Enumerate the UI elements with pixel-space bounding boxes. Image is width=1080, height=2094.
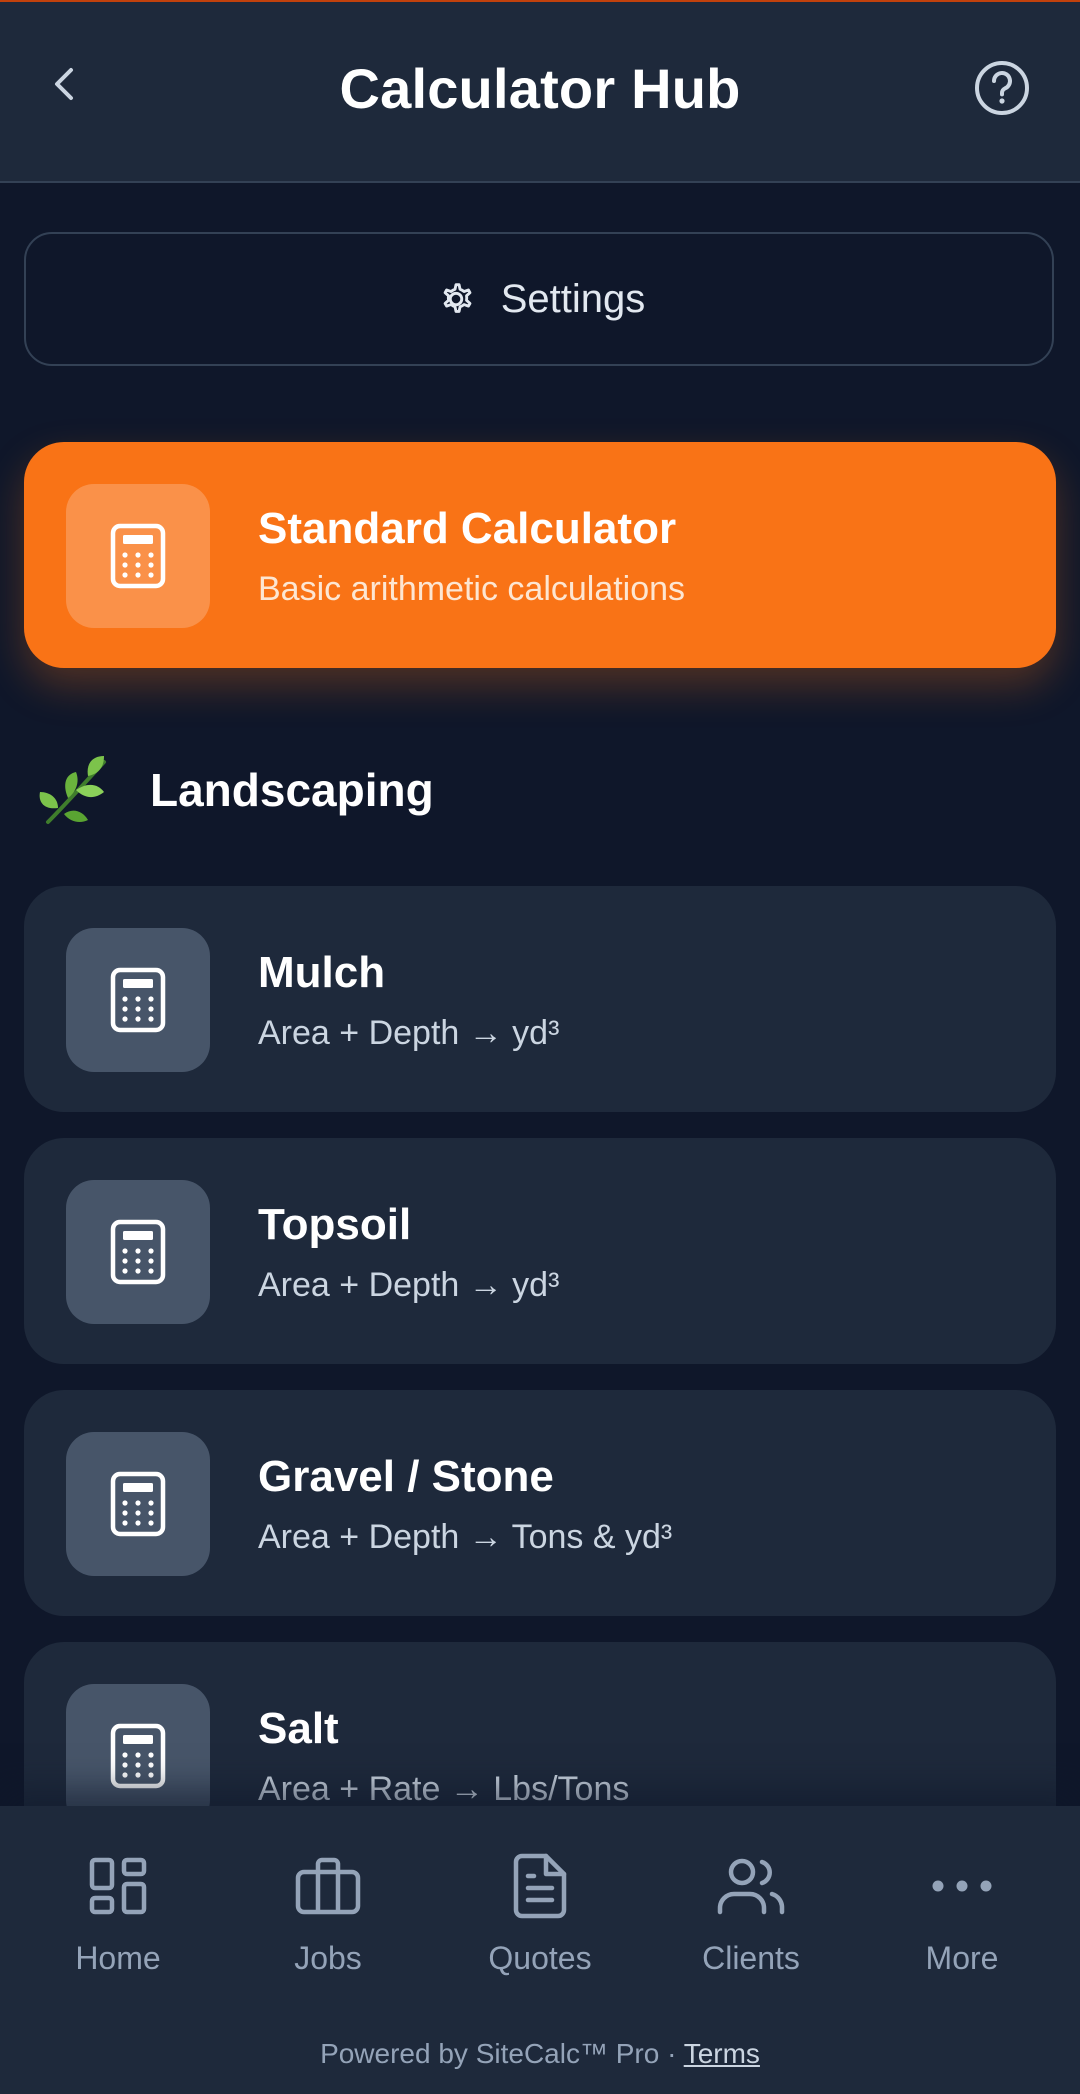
more-dots-icon [932, 1880, 992, 1892]
calculator-subtitle: Area + Depth → Tons & yd³ [258, 1518, 673, 1556]
terms-link[interactable]: Terms [684, 2038, 760, 2069]
calculator-card-mulch[interactable]: Mulch Area + Depth → yd³ [24, 886, 1056, 1112]
nav-item-home[interactable]: Home [13, 1850, 223, 1990]
calculator-title: Mulch [258, 948, 386, 997]
help-circle-icon [975, 61, 1029, 115]
app-header: Calculator Hub [0, 2, 1080, 183]
calculator-icon-tile [66, 928, 210, 1072]
users-icon [717, 1858, 785, 1915]
calculator-subtitle: Area + Depth → yd³ [258, 1014, 560, 1052]
gear-icon [443, 283, 472, 313]
nav-item-clients[interactable]: Clients [646, 1850, 856, 1990]
document-icon [513, 1853, 567, 1919]
calculator-title: Salt [258, 1704, 339, 1753]
calculator-icon [110, 1471, 166, 1537]
nav-label: More [925, 1940, 999, 1976]
footer-text: Powered by SiteCalc™ Pro · [320, 2038, 684, 2069]
calculator-subtitle: Area + Depth → yd³ [258, 1266, 560, 1304]
calculator-icon [110, 967, 166, 1033]
footer: Powered by SiteCalc™ Pro · Terms [0, 2038, 1080, 2070]
calculator-icon-tile [66, 484, 210, 628]
nav-item-more[interactable]: More [857, 1850, 1067, 1990]
calculator-icon-tile [66, 1432, 210, 1576]
section-title: Landscaping [150, 764, 434, 816]
nav-label: Quotes [488, 1940, 592, 1976]
nav-item-quotes[interactable]: Quotes [435, 1850, 645, 1990]
nav-label: Home [75, 1940, 161, 1976]
nav-label: Jobs [294, 1940, 362, 1976]
nav-label: Clients [702, 1940, 800, 1976]
calculator-subtitle: Area + Rate → Lbs/Tons [258, 1770, 630, 1808]
nav-item-jobs[interactable]: Jobs [223, 1850, 433, 1990]
calculator-title: Gravel / Stone [258, 1452, 554, 1501]
home-grid-icon [89, 1857, 147, 1915]
calculator-icon [110, 1723, 166, 1789]
briefcase-icon [295, 1857, 361, 1915]
calculator-icon-tile [66, 1180, 210, 1324]
page-title: Calculator Hub [339, 57, 741, 120]
section-header-landscaping: Landscaping [34, 748, 1034, 832]
help-button[interactable] [972, 58, 1032, 118]
calculator-icon [110, 1219, 166, 1285]
leaf-icon [39, 756, 106, 824]
standard-calculator-title: Standard Calculator [258, 504, 677, 553]
calculator-card-topsoil[interactable]: Topsoil Area + Depth → yd³ [24, 1138, 1056, 1364]
calculator-title: Topsoil [258, 1200, 412, 1249]
calculator-card-gravel-stone[interactable]: Gravel / Stone Area + Depth → Tons & yd³ [24, 1390, 1056, 1616]
standard-calculator-card[interactable]: Standard Calculator Basic arithmetic cal… [24, 442, 1056, 668]
settings-button[interactable]: Settings [24, 232, 1054, 366]
settings-label: Settings [500, 276, 646, 321]
calculator-icon [110, 523, 166, 589]
standard-calculator-subtitle: Basic arithmetic calculations [258, 570, 686, 608]
